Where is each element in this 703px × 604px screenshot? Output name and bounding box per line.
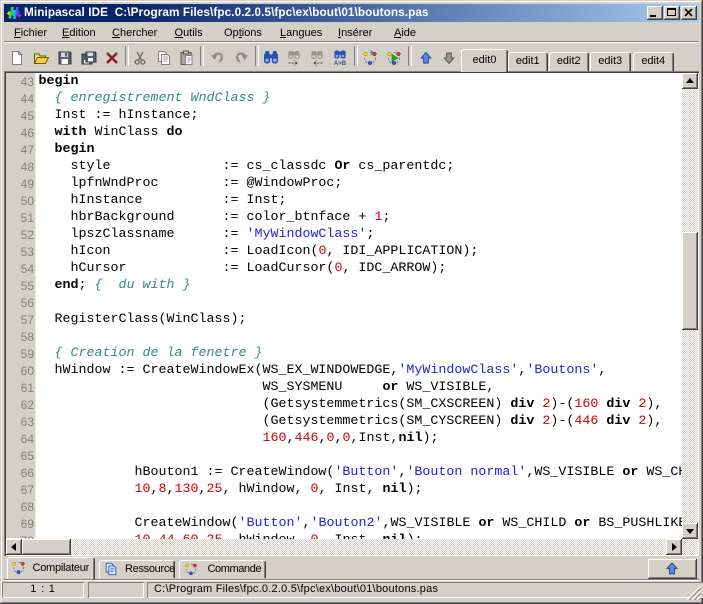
svg-text:A>B: A>B [334,61,347,66]
